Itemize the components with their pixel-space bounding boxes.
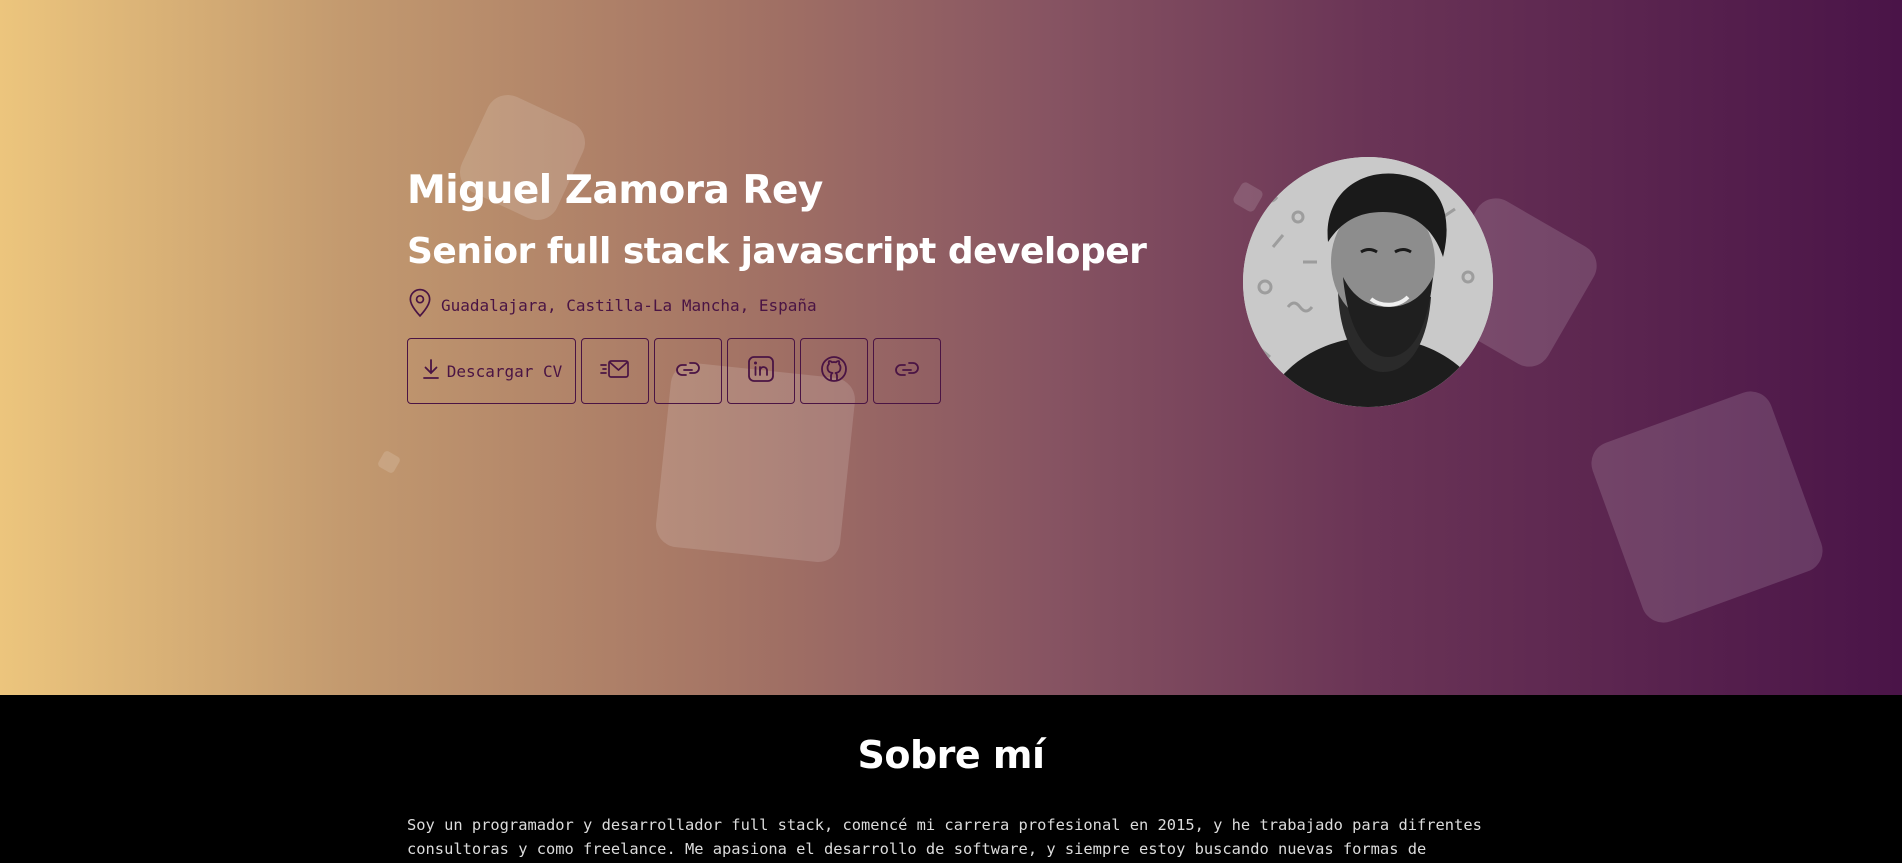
mail-icon [600,358,630,384]
avatar [1243,157,1493,407]
about-text: Soy un programador y desarrollador full … [407,816,1482,858]
github-button[interactable] [800,338,868,404]
download-icon [421,357,447,385]
about-section: Sobre mí Soy un programador y desarrolla… [0,695,1902,863]
download-cv-label: Descargar CV [446,361,563,381]
website-link-button[interactable] [654,338,722,404]
linkedin-icon [747,355,775,387]
page-title: Miguel Zamora Rey [407,168,823,213]
action-buttons: Descargar CV [407,338,1146,404]
decorative-shape [1585,385,1829,629]
link-icon [892,359,922,383]
map-pin-icon [407,288,441,322]
email-button[interactable] [581,338,649,404]
linkedin-button[interactable] [727,338,795,404]
portfolio-link-button[interactable] [873,338,941,404]
decorative-shape [376,449,402,475]
location: Guadalajara, Castilla-La Mancha, España [407,288,1146,322]
decorative-shape [1231,180,1265,214]
section-title: Sobre mí [857,733,1045,777]
hero-content: Miguel Zamora Rey Senior full stack java… [407,160,1147,404]
link-icon [673,359,703,383]
github-icon [819,354,849,388]
download-cv-button[interactable]: Descargar CV [407,338,576,404]
hero-section: Miguel Zamora Rey Senior full stack java… [0,0,1902,695]
job-title: Senior full stack javascript developer [407,231,1147,272]
location-text: Guadalajara, Castilla-La Mancha, España [441,295,817,315]
